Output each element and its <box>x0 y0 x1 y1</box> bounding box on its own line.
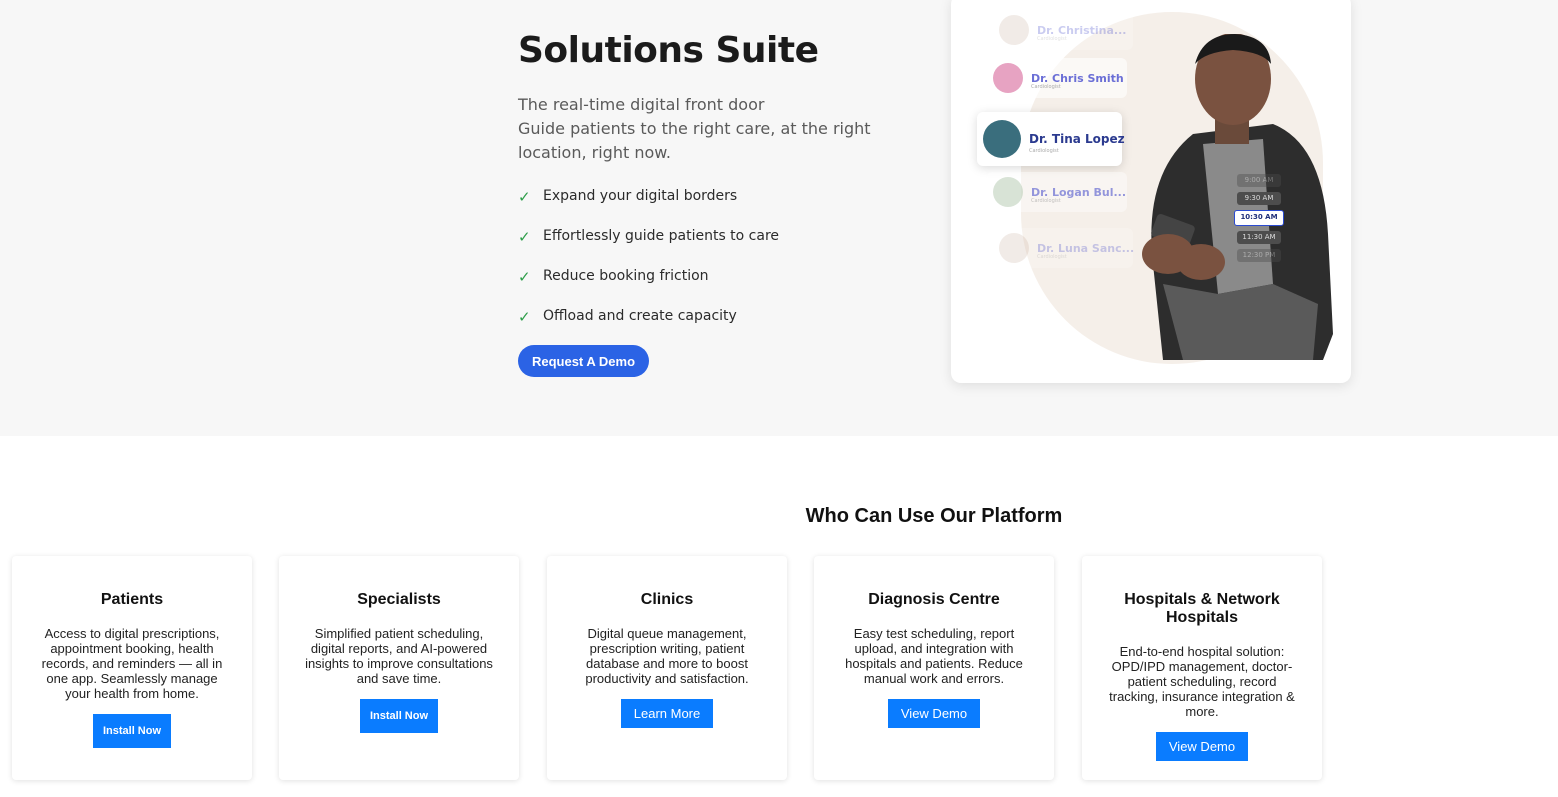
card-description: Digital queue management, prescription w… <box>585 626 749 686</box>
doctor-option[interactable]: Dr. Chris Smith Cardiologist <box>987 58 1127 98</box>
check-icon: ✓ <box>518 228 531 246</box>
feature-item: ✓ Offload and create capacity <box>518 308 779 348</box>
card-title: Clinics <box>640 591 694 608</box>
hero-section: Solutions Suite The real-time digital fr… <box>0 0 1558 436</box>
doctor-role: Cardiologist <box>1031 84 1061 90</box>
feature-label: Effortlessly guide patients to care <box>543 228 780 244</box>
time-slot[interactable]: 9:30 AM <box>1237 192 1281 205</box>
card-title: Patients <box>100 591 164 608</box>
doctor-option[interactable]: Dr. Christina... Cardiologist <box>993 10 1133 50</box>
card-diagnosis-centre: Diagnosis Centre Easy test scheduling, r… <box>814 556 1054 780</box>
card-description: End-to-end hospital solution: OPD/IPD ma… <box>1109 644 1295 719</box>
hero-subtitle: The real-time digital front door Guide p… <box>518 93 878 165</box>
check-icon: ✓ <box>518 308 531 326</box>
feature-label: Expand your digital borders <box>543 188 738 204</box>
doctor-role: Cardiologist <box>1031 198 1061 204</box>
hero-subtitle-line: Guide patients to the right care, at the… <box>518 119 871 162</box>
view-demo-button[interactable]: View Demo <box>887 699 981 728</box>
install-now-button[interactable]: Install Now <box>359 699 439 733</box>
card-description: Simplified patient scheduling, digital r… <box>305 626 493 686</box>
page-title: Solutions Suite <box>518 30 819 71</box>
avatar <box>993 177 1023 207</box>
doctor-role: Cardiologist <box>1037 36 1067 42</box>
time-slot-list: 9:00 AM 9:30 AM 10:30 AM 11:30 AM 12:30 … <box>1234 174 1284 267</box>
check-icon: ✓ <box>518 188 531 206</box>
feature-list: ✓ Expand your digital borders ✓ Effortless… <box>518 188 779 348</box>
avatar <box>999 233 1029 263</box>
install-now-button[interactable]: Install Now <box>92 714 172 748</box>
platform-section-title: Who Can Use Our Platform <box>805 505 1063 527</box>
doctor-role: Cardiologist <box>1029 148 1059 154</box>
doctor-option[interactable]: Dr. Luna Sanc... Cardiologist <box>993 228 1135 268</box>
person-with-phone-illustration <box>1142 34 1333 360</box>
learn-more-button[interactable]: Learn More <box>620 699 714 728</box>
doctor-option[interactable]: Dr. Logan Bul... Cardiologist <box>987 172 1127 212</box>
card-title: Hospitals & Network Hospitals <box>1124 591 1280 626</box>
time-slot-selected[interactable]: 10:30 AM <box>1234 210 1284 226</box>
hero-illustration-card: Dr. Christina... Cardiologist Dr. Chris … <box>951 0 1351 383</box>
card-description: Access to digital prescriptions, appoint… <box>41 626 223 701</box>
request-demo-button[interactable]: Request A Demo <box>518 345 649 377</box>
avatar <box>993 63 1023 93</box>
card-hospitals: Hospitals & Network Hospitals End-to-end… <box>1082 556 1322 780</box>
time-slot[interactable]: 9:00 AM <box>1237 174 1281 187</box>
feature-label: Offload and create capacity <box>543 308 737 324</box>
avatar <box>999 15 1029 45</box>
doctor-name: Dr. Luna Sanc... <box>1037 241 1135 255</box>
time-slot[interactable]: 12:30 PM <box>1237 249 1281 262</box>
card-specialists: Specialists Simplified patient schedulin… <box>279 556 519 780</box>
card-description: Easy test scheduling, report upload, and… <box>845 626 1023 686</box>
view-demo-button[interactable]: View Demo <box>1155 732 1249 761</box>
card-patients: Patients Access to digital prescriptions… <box>12 556 252 780</box>
doctor-option-selected[interactable]: Dr. Tina Lopez Cardiologist <box>977 112 1125 166</box>
time-slot[interactable]: 11:30 AM <box>1237 231 1281 244</box>
doctor-role: Cardiologist <box>1037 254 1067 260</box>
card-title: Diagnosis Centre <box>868 591 1000 608</box>
card-clinics: Clinics Digital queue management, prescr… <box>547 556 787 780</box>
hero-subtitle-line: The real-time digital front door <box>518 95 765 114</box>
check-icon: ✓ <box>518 268 531 286</box>
doctor-name: Dr. Chris Smith <box>1031 71 1124 85</box>
feature-label: Reduce booking friction <box>543 268 709 284</box>
avatar <box>983 120 1021 158</box>
feature-item: ✓ Expand your digital borders <box>518 188 779 228</box>
feature-item: ✓ Effortlessly guide patients to care <box>518 228 779 268</box>
doctor-name: Dr. Tina Lopez <box>1029 132 1125 146</box>
card-title: Specialists <box>357 591 441 608</box>
feature-item: ✓ Reduce booking friction <box>518 268 779 308</box>
doctor-name: Dr. Logan Bul... <box>1031 185 1127 199</box>
doctor-name: Dr. Christina... <box>1037 23 1127 37</box>
